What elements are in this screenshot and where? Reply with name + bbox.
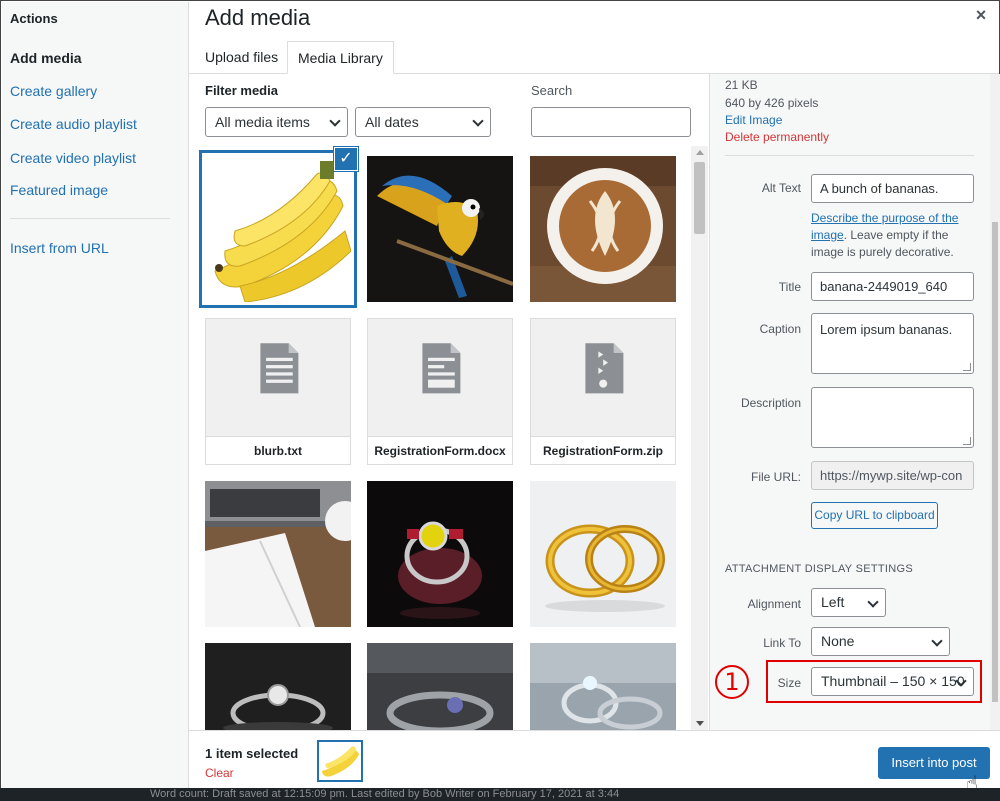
- close-icon[interactable]: ×: [971, 5, 991, 26]
- jewelry-image: [367, 481, 513, 627]
- display-settings-heading: ATTACHMENT DISPLAY SETTINGS: [725, 563, 913, 575]
- description-label: Description: [740, 396, 801, 410]
- diamond-ring-image: [205, 643, 351, 730]
- scroll-up-arrow-icon[interactable]: [696, 150, 704, 155]
- media-type-select[interactable]: All media items: [205, 107, 348, 137]
- text-document-icon: [260, 343, 299, 394]
- menu-separator: [10, 218, 170, 219]
- bananas-image: [205, 156, 351, 302]
- media-item-bananas[interactable]: [199, 150, 357, 308]
- media-item-gold-rings[interactable]: [530, 481, 676, 627]
- description-textarea[interactable]: [811, 387, 974, 448]
- editor-status-bar: Word count: Draft saved at 12:15:09 pm. …: [0, 788, 1000, 801]
- resize-handle-icon[interactable]: [963, 437, 971, 445]
- file-url-input[interactable]: https://mywp.site/wp-con: [811, 461, 974, 490]
- chevron-down-icon: [329, 115, 341, 127]
- alt-text-help: Describe the purpose of the image. Leave…: [811, 210, 971, 261]
- search-label: Search: [531, 83, 573, 98]
- alignment-select[interactable]: Left: [811, 588, 886, 617]
- chevron-down-icon: [931, 635, 943, 647]
- details-scrollbar[interactable]: [990, 74, 1000, 730]
- describe-purpose-link[interactable]: Describe the purpose of the: [811, 211, 958, 225]
- media-item-silver-ring[interactable]: [367, 643, 513, 730]
- file-name: RegistrationForm.zip: [531, 436, 675, 464]
- selected-thumbnail[interactable]: [317, 740, 363, 782]
- gold-rings-image: [530, 481, 676, 627]
- link-to-select[interactable]: None: [811, 627, 950, 656]
- document-icon: [422, 343, 461, 394]
- scroll-down-arrow-icon[interactable]: [696, 721, 704, 726]
- selected-checkmark-icon[interactable]: ✓: [334, 147, 358, 171]
- edit-image-link[interactable]: Edit Image: [725, 113, 782, 127]
- chevron-down-icon: [867, 596, 879, 608]
- dates-select[interactable]: All dates: [355, 107, 491, 137]
- file-name: blurb.txt: [206, 436, 350, 464]
- media-item-blurb-txt[interactable]: blurb.txt: [205, 318, 351, 465]
- scrollbar-thumb[interactable]: [992, 222, 998, 702]
- title-input[interactable]: banana-2449019_640: [811, 272, 974, 301]
- scrollbar-thumb[interactable]: [694, 162, 705, 234]
- step-1-marker: 1: [715, 665, 749, 699]
- file-name: RegistrationForm.docx: [368, 436, 512, 464]
- media-item-registrationform-docx[interactable]: RegistrationForm.docx: [367, 318, 513, 465]
- copy-url-button[interactable]: Copy URL to clipboard: [811, 502, 938, 529]
- media-item-diamond-ring[interactable]: [205, 643, 351, 730]
- clear-selection-link[interactable]: Clear: [205, 766, 234, 780]
- media-item-watch-ring[interactable]: [367, 481, 513, 627]
- media-item-wedding-rings[interactable]: [530, 643, 676, 730]
- wedding-rings-image: [530, 643, 676, 730]
- search-input[interactable]: [531, 107, 691, 137]
- actions-menu: Actions Add media Create gallery Create …: [2, 2, 189, 789]
- alt-text-label: Alt Text: [761, 181, 801, 195]
- menu-item-create-audio-playlist[interactable]: Create audio playlist: [10, 116, 137, 132]
- menu-item-add-media[interactable]: Add media: [10, 50, 82, 66]
- details-divider: [725, 155, 974, 156]
- tab-media-library[interactable]: Media Library: [287, 41, 394, 74]
- modal-title: Add media: [205, 5, 311, 30]
- caption-value: Lorem ipsum bananas.: [820, 322, 953, 337]
- menu-item-create-video-playlist[interactable]: Create video playlist: [10, 150, 136, 166]
- media-item-registrationform-zip[interactable]: RegistrationForm.zip: [530, 318, 676, 465]
- file-size: 21 KB: [725, 78, 758, 92]
- delete-permanently-link[interactable]: Delete permanently: [725, 130, 829, 144]
- size-highlight-box: [766, 660, 982, 703]
- media-type-value: All media items: [215, 114, 310, 130]
- image-dimensions: 640 by 426 pixels: [725, 96, 819, 110]
- caption-textarea[interactable]: Lorem ipsum bananas.: [811, 313, 974, 374]
- dates-value: All dates: [365, 114, 419, 130]
- media-modal: Actions Add media Create gallery Create …: [0, 0, 1000, 801]
- menu-item-featured-image[interactable]: Featured image: [10, 182, 108, 198]
- archive-icon: [585, 343, 624, 394]
- title-label: Title: [778, 280, 801, 294]
- actions-heading: Actions: [10, 11, 58, 26]
- chevron-down-icon: [472, 115, 484, 127]
- alt-text-input[interactable]: A bunch of bananas.: [811, 174, 974, 203]
- bananas-thumbnail-image: [319, 742, 361, 780]
- image-link[interactable]: image: [811, 228, 844, 242]
- media-item-parrot[interactable]: [367, 156, 513, 302]
- media-item-coffee[interactable]: [530, 156, 676, 302]
- silver-ring-image: [367, 643, 513, 730]
- coffee-image: [530, 156, 676, 302]
- alignment-value: Left: [821, 594, 845, 610]
- tab-upload-files[interactable]: Upload files: [195, 41, 288, 74]
- media-grid-scrollbar[interactable]: [691, 146, 708, 730]
- caption-label: Caption: [759, 322, 801, 336]
- link-to-value: None: [821, 633, 855, 649]
- parrot-image: [367, 156, 513, 302]
- resize-handle-icon[interactable]: [963, 363, 971, 371]
- file-url-label: File URL:: [750, 470, 801, 484]
- selection-count: 1 item selected: [205, 746, 299, 761]
- media-item-laptop[interactable]: [205, 481, 351, 627]
- alignment-label: Alignment: [747, 597, 801, 611]
- menu-item-insert-from-url[interactable]: Insert from URL: [10, 240, 109, 256]
- laptop-image: [205, 481, 351, 627]
- filter-media-label: Filter media: [205, 83, 278, 98]
- link-to-label: Link To: [763, 636, 801, 650]
- menu-item-create-gallery[interactable]: Create gallery: [10, 83, 97, 99]
